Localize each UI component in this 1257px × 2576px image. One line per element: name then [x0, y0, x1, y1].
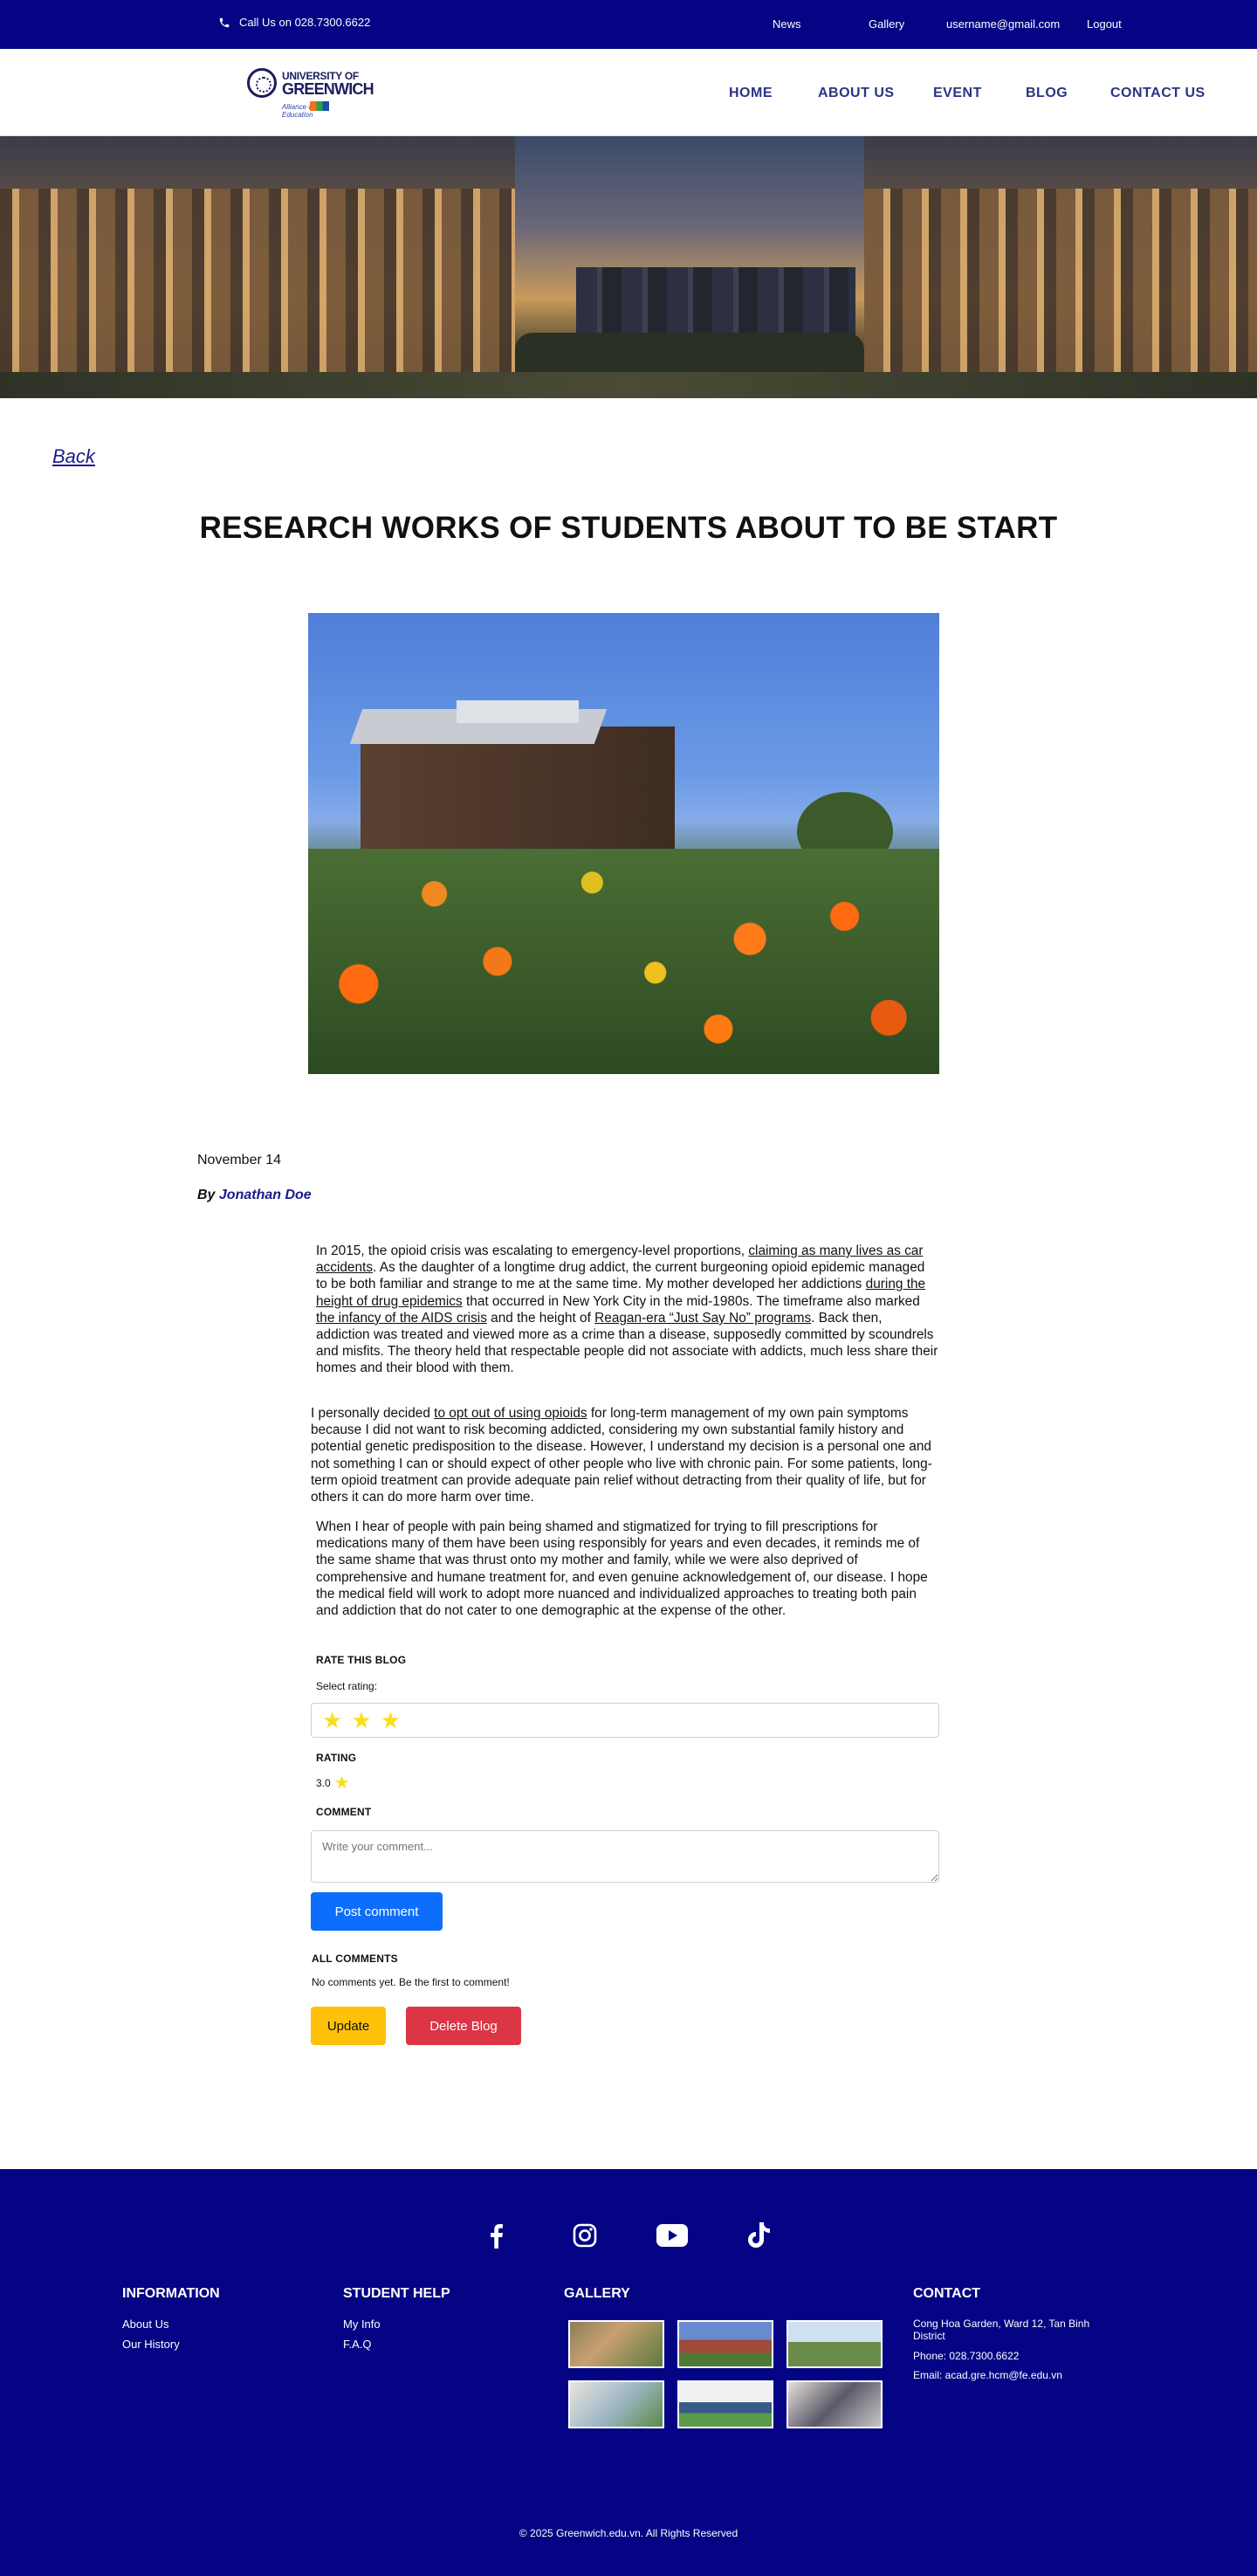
delete-blog-button[interactable]: Delete Blog — [406, 2007, 521, 2045]
gallery-link[interactable]: Gallery — [869, 17, 904, 31]
article-text: In 2015, the opioid crisis was escalatin… — [316, 1243, 749, 1258]
article-text: When I hear of people with pain being sh… — [316, 1519, 928, 1619]
phone-text: Call Us on 028.7300.6622 — [239, 16, 371, 29]
nav-contact[interactable]: CONTACT US — [1110, 86, 1205, 101]
top-bar: Call Us on 028.7300.6622 News Gallery us… — [0, 0, 1257, 49]
youtube-icon[interactable] — [655, 2218, 690, 2253]
article-paragraph-1: In 2015, the opioid crisis was escalatin… — [316, 1243, 939, 1377]
logo-line2: GREENWICH — [282, 80, 374, 98]
all-comments-heading: ALL COMMENTS — [312, 1953, 398, 1965]
gallery-thumb[interactable] — [786, 2320, 883, 2368]
nav-event[interactable]: EVENT — [933, 86, 982, 101]
gallery-thumb[interactable] — [677, 2320, 773, 2368]
logout-link[interactable]: Logout — [1087, 17, 1122, 31]
footer: INFORMATION About Us Our History STUDENT… — [0, 2169, 1257, 2576]
rating-star-icon[interactable]: ★ — [322, 1709, 342, 1732]
university-logo[interactable]: UNIVERSITY OF GREENWICH Alliance withEdu… — [247, 66, 374, 119]
article-link[interactable]: Reagan-era “Just Say No” programs — [594, 1311, 811, 1326]
article-paragraph-3: When I hear of people with pain being sh… — [316, 1519, 939, 1619]
byline-prefix: By — [197, 1188, 216, 1202]
gallery-thumb[interactable] — [786, 2380, 883, 2428]
crest-icon — [247, 68, 277, 98]
contact-email: Email: acad.gre.hcm@fe.edu.vn — [913, 2369, 1062, 2381]
rating-heading: RATING — [316, 1752, 357, 1764]
phone-icon — [219, 17, 230, 27]
contact-phone: Phone: 028.7300.6622 — [913, 2350, 1020, 2362]
information-heading: INFORMATION — [122, 2286, 220, 2301]
nav-blog[interactable]: BLOG — [1026, 86, 1068, 101]
my-info-link[interactable]: My Info — [343, 2318, 381, 2331]
facebook-icon[interactable] — [478, 2218, 513, 2253]
student-help-heading: STUDENT HELP — [343, 2286, 450, 2301]
average-rating: 3.0 ★ — [316, 1774, 350, 1792]
post-comment-button[interactable]: Post comment — [311, 1892, 443, 1931]
main-navbar: UNIVERSITY OF GREENWICH Alliance withEdu… — [0, 49, 1257, 136]
copyright: © 2025 Greenwich.edu.vn. All Rights Rese… — [519, 2527, 738, 2539]
our-history-link[interactable]: Our History — [122, 2338, 180, 2351]
no-comments-text: No comments yet. Be the first to comment… — [312, 1976, 510, 1988]
contact-heading: CONTACT — [913, 2286, 981, 2301]
gallery-thumb[interactable] — [677, 2380, 773, 2428]
about-us-link[interactable]: About Us — [122, 2318, 168, 2331]
nav-home[interactable]: HOME — [729, 86, 773, 101]
article-paragraph-2: I personally decided to opt out of using… — [311, 1405, 939, 1505]
rating-star-icon[interactable]: ★ — [381, 1709, 401, 1732]
article-link[interactable]: the infancy of the AIDS crisis — [316, 1311, 487, 1326]
news-link[interactable]: News — [773, 17, 801, 31]
gallery-thumb[interactable] — [568, 2380, 664, 2428]
instagram-icon[interactable] — [567, 2218, 602, 2253]
byline: By Jonathan Doe — [197, 1188, 312, 1203]
blog-image — [308, 613, 939, 1074]
article-link[interactable]: to opt out of using opioids — [434, 1406, 587, 1421]
faq-link[interactable]: F.A.Q — [343, 2338, 372, 2351]
rating-star-icon[interactable]: ★ — [351, 1709, 371, 1732]
gallery-thumb[interactable] — [568, 2320, 664, 2368]
page-title: RESEARCH WORKS OF STUDENTS ABOUT TO BE S… — [199, 511, 1058, 545]
phone-contact: Call Us on 028.7300.6622 — [218, 16, 370, 29]
update-button[interactable]: Update — [311, 2007, 386, 2045]
user-email: username@gmail.com — [946, 17, 1061, 31]
comment-input[interactable] — [311, 1830, 939, 1883]
article-text: that occurred in New York City in the mi… — [462, 1293, 920, 1309]
article-text: . As the daughter of a longtime drug add… — [316, 1260, 925, 1292]
average-rating-value: 3.0 — [316, 1777, 331, 1789]
article-text: and the height of — [486, 1310, 595, 1326]
author-name: Jonathan Doe — [218, 1188, 312, 1202]
select-rating-label: Select rating: — [316, 1680, 378, 1692]
comment-heading: COMMENT — [316, 1806, 372, 1818]
hero-banner — [0, 136, 1257, 398]
tiktok-icon[interactable] — [742, 2218, 777, 2253]
nav-about[interactable]: ABOUT US — [818, 86, 895, 101]
star-icon: ★ — [333, 1774, 350, 1793]
rate-heading: RATE THIS BLOG — [316, 1654, 407, 1666]
article-text: I personally decided — [311, 1406, 435, 1421]
rating-selector[interactable]: ★ ★ ★ — [311, 1703, 939, 1738]
fpt-logo-icon — [310, 101, 329, 111]
contact-address: Cong Hoa Garden, Ward 12, Tan Binh Distr… — [913, 2318, 1090, 2342]
gallery-heading: GALLERY — [564, 2286, 630, 2301]
post-date: November 14 — [197, 1153, 282, 1167]
back-link[interactable]: Back — [52, 445, 95, 468]
